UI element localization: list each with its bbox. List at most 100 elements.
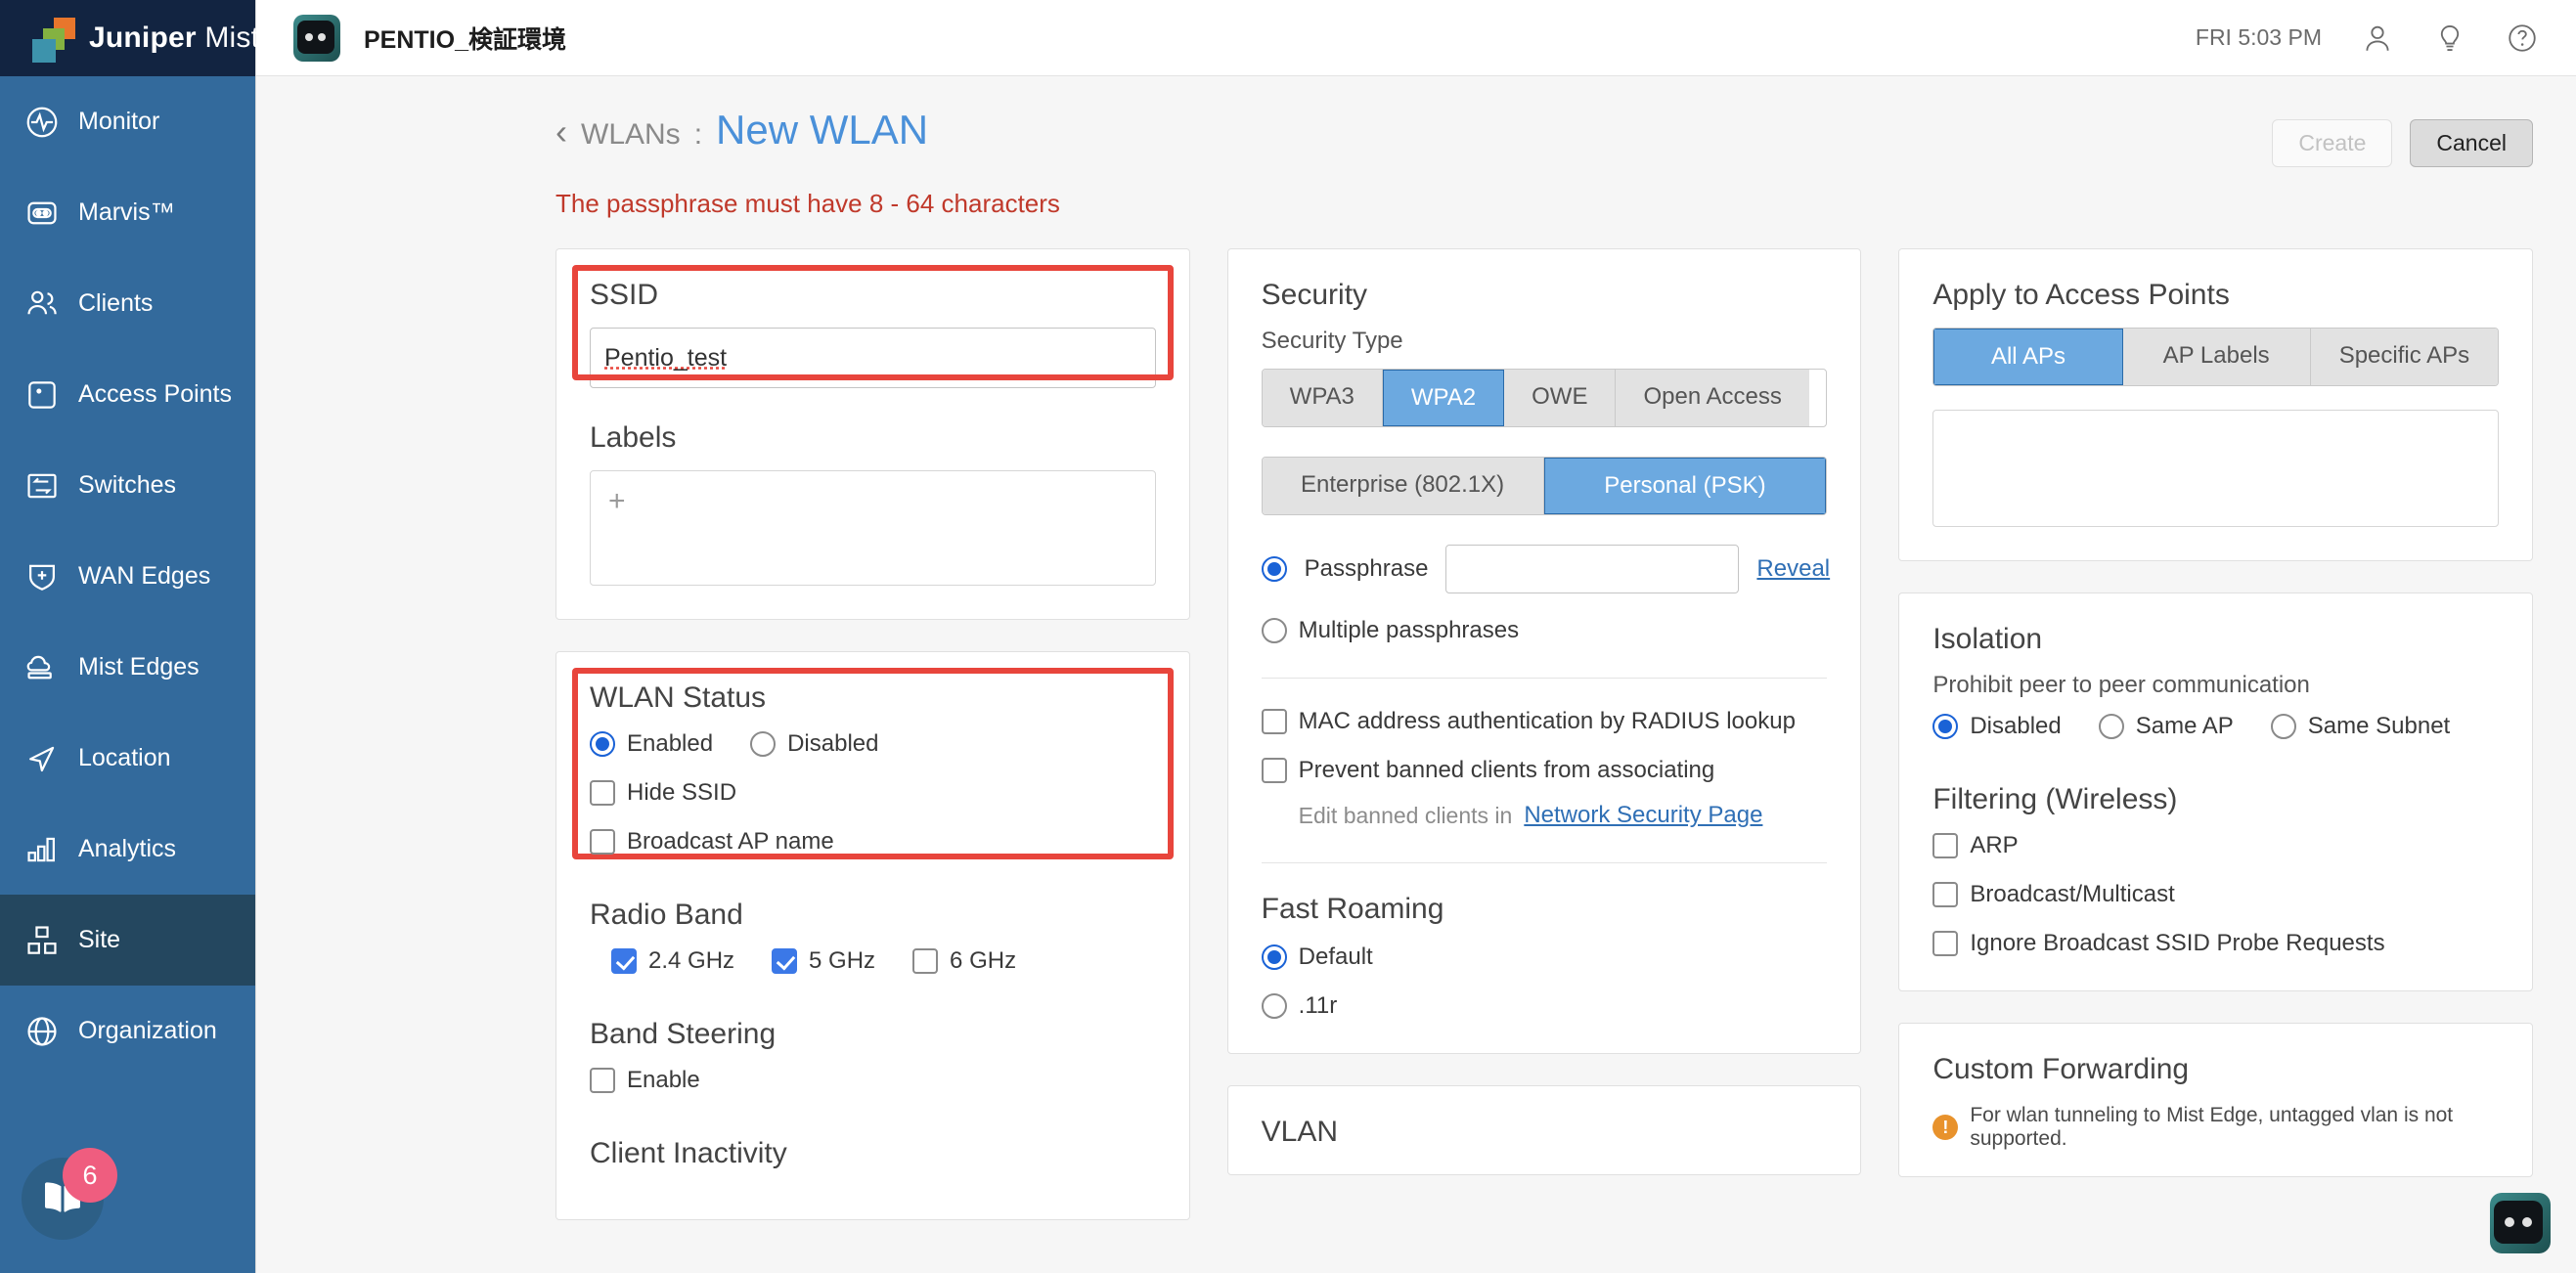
sidebar-item-site[interactable]: Site xyxy=(0,895,255,986)
ssid-input[interactable] xyxy=(590,328,1156,388)
sidebar-item-location[interactable]: Location xyxy=(0,713,255,804)
sidebar-item-analytics[interactable]: Analytics xyxy=(0,804,255,895)
labels-box[interactable]: + xyxy=(590,470,1156,586)
security-card: Security Security Type WPA3 WPA2 OWE Ope… xyxy=(1226,248,1862,1054)
isolation-same-ap-option[interactable]: Same AP xyxy=(2098,713,2234,740)
band-steering-checkbox[interactable] xyxy=(590,1068,615,1093)
fast-roaming-default-row[interactable]: Default xyxy=(1261,944,1828,971)
band-5ghz-checkbox[interactable] xyxy=(772,948,798,974)
radio-multiple-passphrases[interactable] xyxy=(1261,618,1287,643)
help-icon[interactable] xyxy=(2506,22,2539,55)
radio-isolation-same-subnet[interactable] xyxy=(2270,714,2296,739)
sidebar-label: Clients xyxy=(78,289,154,317)
tab-ap-labels[interactable]: AP Labels xyxy=(2122,329,2311,385)
filter-ignore-probe-row[interactable]: Ignore Broadcast SSID Probe Requests xyxy=(1932,930,2499,957)
edit-banned-row: Edit banned clients in Network Security … xyxy=(1262,802,1828,829)
security-type-segmented: WPA3 WPA2 OWE Open Access xyxy=(1261,369,1828,427)
band-24ghz-option[interactable]: 2.4 GHz xyxy=(611,947,734,975)
help-book-button[interactable]: 6 xyxy=(22,1148,117,1240)
band-6ghz-option[interactable]: 6 GHz xyxy=(912,947,1016,975)
cancel-button[interactable]: Cancel xyxy=(2410,119,2533,167)
sidebar-item-clients[interactable]: Clients xyxy=(0,258,255,349)
sidebar-label: WAN Edges xyxy=(78,562,211,590)
radio-fast-roaming-default[interactable] xyxy=(1261,944,1287,970)
divider xyxy=(1261,678,1828,679)
marvis-avatar-icon[interactable] xyxy=(293,14,340,62)
sidebar-item-wan-edges[interactable]: WAN Edges xyxy=(0,531,255,622)
radio-fast-roaming-11r[interactable] xyxy=(1261,993,1287,1019)
security-type-owe[interactable]: OWE xyxy=(1504,370,1617,426)
band-6ghz-label: 6 GHz xyxy=(950,947,1017,974)
wlan-status-title: WLAN Status xyxy=(590,681,767,714)
sidebar-item-access-points[interactable]: Access Points xyxy=(0,349,255,440)
access-points-card: Apply to Access Points All APs AP Labels… xyxy=(1898,248,2534,561)
filter-broadcast-multicast-checkbox[interactable] xyxy=(1932,882,1959,907)
hide-ssid-checkbox[interactable] xyxy=(590,780,615,806)
radio-band-group: 2.4 GHz 5 GHz 6 GHz xyxy=(590,947,1156,975)
wlan-status-enabled-option[interactable]: Enabled xyxy=(590,730,713,758)
hide-ssid-label: Hide SSID xyxy=(627,779,737,806)
broadcast-ap-name-checkbox[interactable] xyxy=(590,829,615,855)
filter-broadcast-multicast-row[interactable]: Broadcast/Multicast xyxy=(1932,881,2499,908)
topbar-actions: FRI 5:03 PM xyxy=(2196,22,2539,55)
band-5ghz-option[interactable]: 5 GHz xyxy=(772,947,875,975)
broadcast-ap-name-row[interactable]: Broadcast AP name xyxy=(590,828,1156,856)
security-type-wpa2[interactable]: WPA2 xyxy=(1382,370,1505,426)
radio-disabled[interactable] xyxy=(750,731,777,757)
tab-all-aps[interactable]: All APs xyxy=(1933,329,2123,385)
warning-icon: ! xyxy=(1932,1115,1959,1140)
brand-logo[interactable]: Juniper Mist™ xyxy=(0,0,271,76)
prevent-banned-label: Prevent banned clients from associating xyxy=(1298,757,1715,783)
band-24ghz-checkbox[interactable] xyxy=(611,948,637,974)
marvis-assistant-button[interactable] xyxy=(2490,1193,2551,1253)
wlan-status-disabled-option[interactable]: Disabled xyxy=(750,730,878,758)
radio-passphrase[interactable] xyxy=(1261,556,1287,582)
sidebar-item-monitor[interactable]: Monitor xyxy=(0,76,255,167)
isolation-same-ap-label: Same AP xyxy=(2135,713,2234,739)
band-steering-title: Band Steering xyxy=(590,1018,777,1050)
multiple-passphrases-row[interactable]: Multiple passphrases xyxy=(1261,617,1828,644)
security-mode-personal[interactable]: Personal (PSK) xyxy=(1543,458,1827,514)
sidebar-item-marvis[interactable]: Marvis™ xyxy=(0,167,255,258)
fast-roaming-11r-row[interactable]: .11r xyxy=(1261,992,1828,1020)
security-title: Security xyxy=(1261,279,1368,311)
labels-label: Labels xyxy=(590,421,677,454)
filter-arp-checkbox[interactable] xyxy=(1932,833,1959,858)
hide-ssid-row[interactable]: Hide SSID xyxy=(590,779,1156,807)
wan-edge-shield-icon xyxy=(22,556,63,597)
reveal-link[interactable]: Reveal xyxy=(1756,555,1830,583)
back-chevron-icon[interactable]: ‹ xyxy=(555,114,567,150)
network-security-page-link[interactable]: Network Security Page xyxy=(1524,802,1762,829)
marvis-icon xyxy=(22,193,63,234)
breadcrumb-parent-link[interactable]: WLANs xyxy=(581,118,681,152)
band-steering-row[interactable]: Enable xyxy=(590,1067,1156,1094)
mac-auth-row[interactable]: MAC address authentication by RADIUS loo… xyxy=(1261,708,1828,735)
prevent-banned-row[interactable]: Prevent banned clients from associating xyxy=(1261,757,1828,784)
access-points-selection-box[interactable] xyxy=(1932,410,2500,527)
security-mode-enterprise[interactable]: Enterprise (802.1X) xyxy=(1262,458,1544,514)
sidebar-item-mist-edges[interactable]: Mist Edges xyxy=(0,622,255,713)
radio-isolation-same-ap[interactable] xyxy=(2098,714,2124,739)
lightbulb-icon[interactable] xyxy=(2433,22,2466,55)
radio-isolation-disabled[interactable] xyxy=(1932,714,1959,739)
isolation-same-subnet-option[interactable]: Same Subnet xyxy=(2270,713,2450,740)
security-type-wpa3[interactable]: WPA3 xyxy=(1262,370,1383,426)
tab-specific-aps[interactable]: Specific APs xyxy=(2310,329,2498,385)
sidebar-item-switches[interactable]: Switches xyxy=(0,440,255,531)
passphrase-input[interactable] xyxy=(1445,545,1740,593)
filter-arp-row[interactable]: ARP xyxy=(1932,832,2499,859)
isolation-disabled-option[interactable]: Disabled xyxy=(1932,713,2062,740)
radio-enabled[interactable] xyxy=(590,731,615,757)
prevent-banned-checkbox[interactable] xyxy=(1261,758,1287,783)
sidebar-label: Organization xyxy=(78,1017,217,1044)
sidebar-label: Monitor xyxy=(78,108,160,135)
user-icon[interactable] xyxy=(2361,22,2394,55)
book-badge-count: 6 xyxy=(63,1148,117,1203)
sidebar-item-organization[interactable]: Organization xyxy=(0,986,255,1076)
mac-auth-checkbox[interactable] xyxy=(1261,709,1287,734)
create-button[interactable]: Create xyxy=(2272,119,2393,167)
security-type-open-access[interactable]: Open Access xyxy=(1616,370,1809,426)
filter-ignore-probe-checkbox[interactable] xyxy=(1932,931,1959,956)
labels-add-icon[interactable]: + xyxy=(608,485,626,517)
band-6ghz-checkbox[interactable] xyxy=(912,948,939,974)
